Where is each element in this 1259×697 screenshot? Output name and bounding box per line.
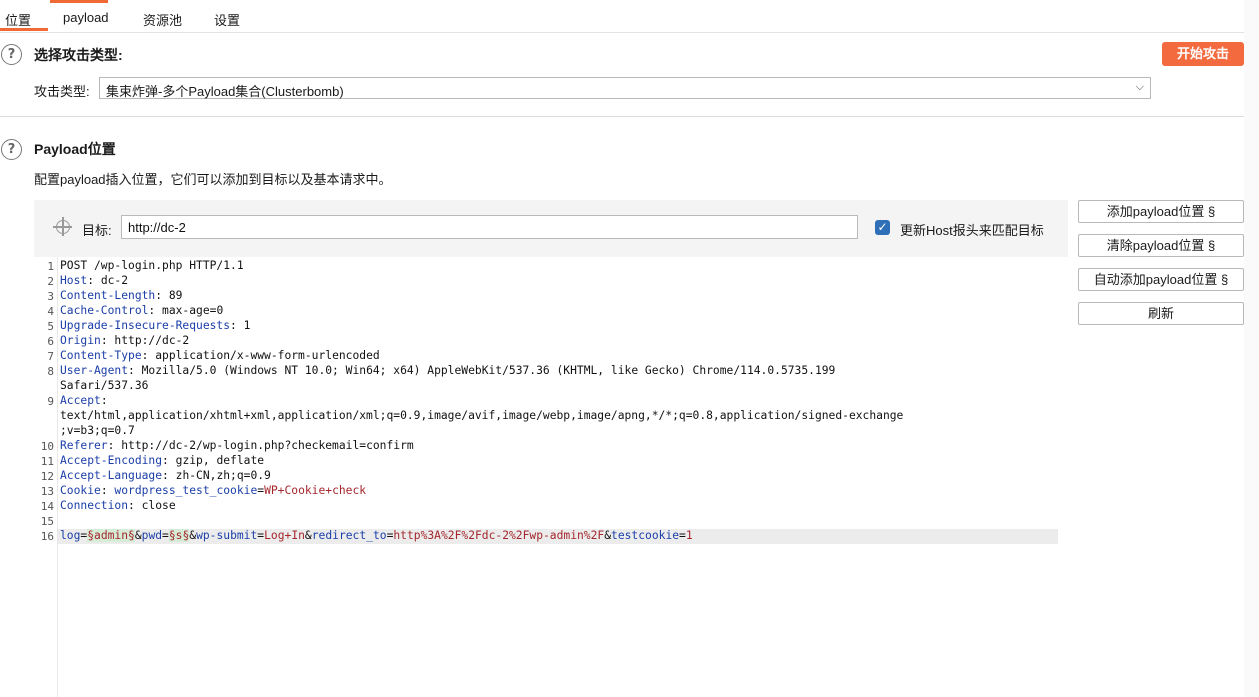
line-number: 9 [47, 395, 54, 408]
header-name: Host [60, 274, 88, 287]
header-name: Cookie [60, 484, 101, 497]
param-value: 1 [685, 529, 693, 542]
header-line: Cookie: wordpress_test_cookie=WP+Cookie+… [60, 484, 367, 497]
header-line: Accept-Encoding: gzip, deflate [60, 454, 265, 467]
wrapped-line: Safari/537.36 [60, 379, 149, 392]
line-number: 5 [47, 320, 54, 333]
line-number: 13 [40, 485, 54, 498]
tab-positions[interactable]: 位置 [5, 10, 31, 29]
header-value: gzip, deflate [175, 454, 265, 467]
param-name: pwd [141, 529, 163, 542]
header-line: Origin: http://dc-2 [60, 334, 190, 347]
header-value: 89 [168, 289, 183, 302]
tab-bar: 位置 payload 资源池 设置 [0, 0, 1259, 33]
header-name: User-Agent [60, 364, 129, 377]
line-number: 16 [40, 530, 54, 543]
header-name: Accept-Language [60, 469, 163, 482]
header-line: Cache-Control: max-age=0 [60, 304, 224, 317]
param-value: Log+In [264, 529, 305, 542]
attack-type-title: 选择攻击类型: [34, 47, 123, 63]
param-name: redirect_to [311, 529, 387, 542]
line-number: 1 [47, 260, 54, 273]
param-name: log [60, 529, 81, 542]
refresh-button[interactable]: 刷新 [1078, 302, 1244, 325]
line-number: 10 [40, 440, 54, 453]
header-value: application/x-www-form-urlencoded [155, 349, 380, 362]
header-name: Accept-Encoding [60, 454, 163, 467]
crosshair-icon [53, 217, 72, 236]
header-name: Accept [60, 394, 101, 407]
param-name: wp-submit [196, 529, 258, 542]
header-value: 1 [243, 319, 251, 332]
header-value: close [141, 499, 176, 512]
header-line: User-Agent: Mozilla/5.0 (Windows NT 10.0… [60, 364, 836, 377]
attack-type-label: 攻击类型: [34, 84, 90, 99]
param-value: http%3A%2F%2Fdc-2%2Fwp-admin%2F [393, 529, 605, 542]
header-value: Mozilla/5.0 (Windows NT 10.0; Win64; x64… [141, 364, 836, 377]
header-name: Connection [60, 499, 129, 512]
header-line: Referer: http://dc-2/wp-login.php?checke… [60, 439, 414, 452]
payload-positions-description: 配置payload插入位置，它们可以添加到目标以及基本请求中。 [34, 172, 392, 187]
header-line: Accept-Language: zh-CN,zh;q=0.9 [60, 469, 271, 482]
header-line: Content-Length: 89 [60, 289, 183, 302]
payload-positions-title: Payload位置 [34, 141, 116, 157]
header-name: Upgrade-Insecure-Requests [60, 319, 231, 332]
tab-accent-stripe [50, 0, 108, 3]
header-line: Upgrade-Insecure-Requests: 1 [60, 319, 251, 332]
attack-type-value: 集束炸弹-多个Payload集合(Clusterbomb) [106, 84, 344, 99]
tab-resource-pool[interactable]: 资源池 [143, 10, 182, 29]
header-name: Content-Type [60, 349, 142, 362]
help-icon[interactable]: ? [1, 44, 22, 65]
line-number: 7 [47, 350, 54, 363]
request-line: POST /wp-login.php HTTP/1.1 [60, 259, 244, 272]
vertical-scrollbar[interactable] [1244, 0, 1259, 697]
header-value: max-age=0 [162, 304, 224, 317]
header-name: Cache-Control [60, 304, 149, 317]
header-value: zh-CN,zh;q=0.9 [175, 469, 271, 482]
section-divider [0, 116, 1244, 117]
line-number: 11 [40, 455, 54, 468]
header-line: Accept: [60, 394, 108, 407]
target-input[interactable] [121, 215, 858, 239]
add-payload-position-button[interactable]: 添加payload位置 § [1078, 200, 1244, 223]
line-number: 2 [47, 275, 54, 288]
wrapped-line: ;v=b3;q=0.7 [60, 424, 135, 437]
payload-marker[interactable]: §admin§ [87, 529, 135, 542]
update-host-checkbox[interactable]: ✓ [875, 220, 890, 235]
auto-add-payload-position-button[interactable]: 自动添加payload位置 § [1078, 268, 1244, 291]
wrapped-line: text/html,application/xhtml+xml,applicat… [60, 409, 904, 422]
line-number: 3 [47, 290, 54, 303]
help-icon[interactable]: ? [1, 139, 22, 160]
header-name: Content-Length [60, 289, 156, 302]
active-tab-indicator [0, 28, 48, 31]
clear-payload-position-button[interactable]: 清除payload位置 § [1078, 234, 1244, 257]
header-name: Origin [60, 334, 101, 347]
line-number: 4 [47, 305, 54, 318]
line-number: 6 [47, 335, 54, 348]
line-number: 15 [40, 515, 54, 528]
cookie-value: WP+Cookie+check [264, 484, 367, 497]
line-number: 8 [47, 365, 54, 378]
header-line: Host: dc-2 [60, 274, 129, 287]
header-value: http://dc-2/wp-login.php?checkemail=conf… [121, 439, 414, 452]
tab-settings[interactable]: 设置 [214, 10, 240, 29]
line-number: 12 [40, 470, 54, 483]
target-label: 目标: [82, 223, 112, 238]
cookie-name: wordpress_test_cookie [114, 484, 258, 497]
request-body-line: log=§admin§&pwd=§s§&wp-submit=Log+In&red… [60, 529, 693, 542]
tab-payload[interactable]: payload [63, 10, 109, 25]
chevron-down-icon: ⌵ [1135, 81, 1144, 93]
attack-type-select[interactable]: 集束炸弹-多个Payload集合(Clusterbomb) ⌵ [99, 77, 1151, 99]
start-attack-button[interactable]: 开始攻击 [1162, 42, 1244, 66]
header-value: dc-2 [100, 274, 129, 287]
param-name: testcookie [611, 529, 680, 542]
update-host-label: 更新Host报头来匹配目标 [900, 223, 1044, 238]
header-name: Referer [60, 439, 108, 452]
payload-marker[interactable]: §s§ [168, 529, 190, 542]
line-number: 14 [40, 500, 54, 513]
header-value: http://dc-2 [114, 334, 190, 347]
header-line: Content-Type: application/x-www-form-url… [60, 349, 380, 362]
header-line: Connection: close [60, 499, 176, 512]
